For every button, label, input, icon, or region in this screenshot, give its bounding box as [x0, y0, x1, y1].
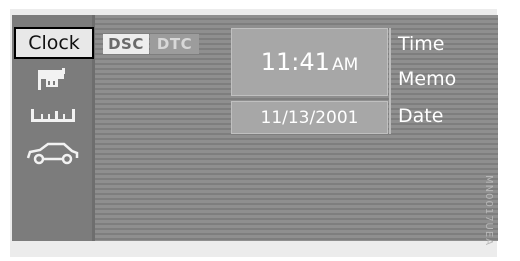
options-divider — [389, 28, 391, 134]
car-icon — [24, 140, 80, 166]
time-value: 11:41 — [260, 48, 330, 76]
menu-item-computer[interactable] — [14, 62, 90, 94]
figure-code: MN0017UEA — [483, 175, 494, 247]
menu-item-clock[interactable]: Clock — [14, 27, 94, 59]
dtc-badge: DTC — [150, 34, 199, 54]
option-date[interactable]: Date — [398, 105, 443, 127]
option-memo[interactable]: Memo — [398, 68, 456, 90]
date-display: 11/13/2001 — [231, 101, 388, 134]
menu-item-clock-label: Clock — [28, 32, 80, 54]
time-display: 11:41 AM — [231, 28, 388, 96]
option-time[interactable]: Time — [398, 33, 445, 55]
menu-item-car[interactable] — [14, 137, 90, 169]
menu-item-ruler[interactable] — [14, 98, 90, 130]
time-ampm: AM — [331, 54, 359, 75]
dsc-badge: DSC — [103, 34, 149, 54]
computer-icon — [32, 64, 72, 92]
ruler-icon — [27, 103, 77, 125]
date-value: 11/13/2001 — [260, 107, 359, 128]
